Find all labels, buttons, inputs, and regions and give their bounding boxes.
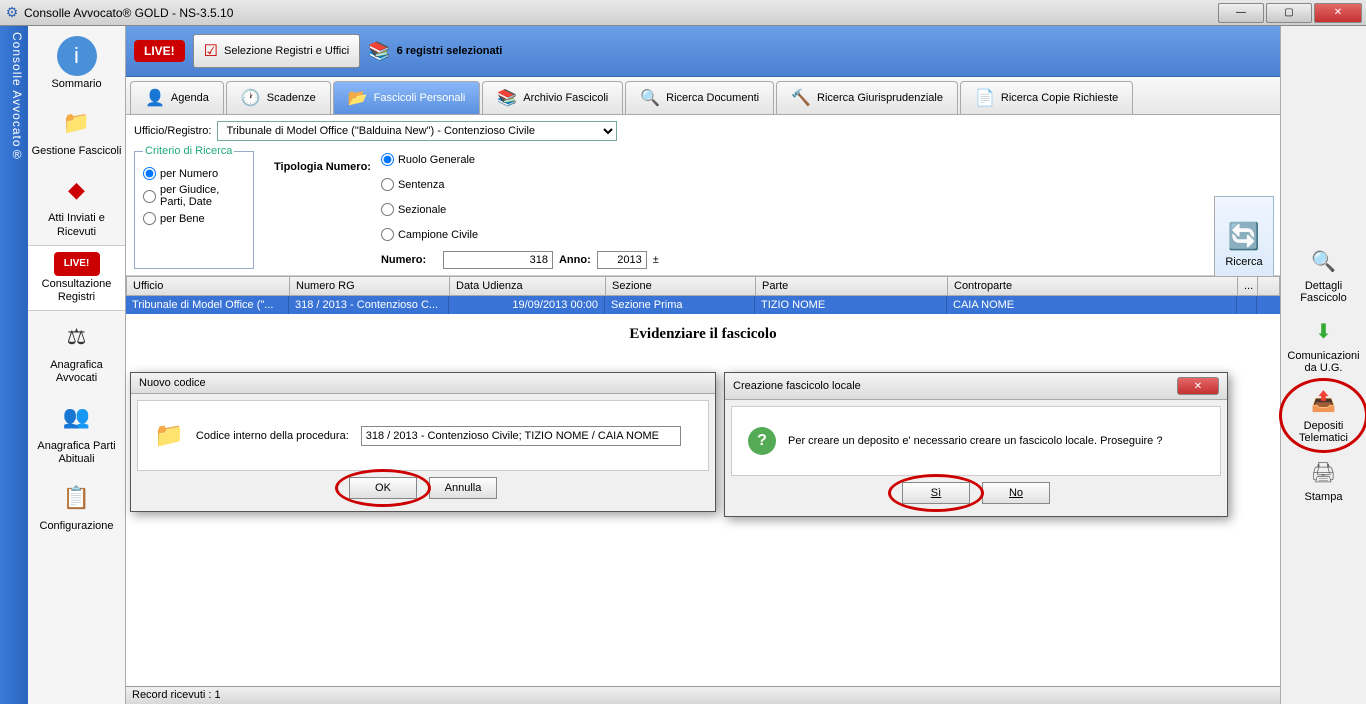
dialog-close-button[interactable]: ✕ (1177, 377, 1219, 395)
table-header: Ufficio Numero RG Data Udienza Sezione P… (126, 276, 1280, 296)
tab-scadenze[interactable]: 🕐Scadenze (226, 81, 331, 114)
doc-search-icon: 🔍 (640, 88, 660, 108)
refresh-icon: 🔄 (1228, 221, 1260, 252)
tab-fascicoli-personali[interactable]: 📂Fascicoli Personali (333, 81, 481, 114)
minimize-button[interactable]: — (1218, 3, 1264, 23)
nav-gestione-fascicoli[interactable]: 📁 Gestione Fascicoli (28, 97, 125, 164)
radio-per-giudice[interactable] (143, 190, 156, 203)
checklist-icon: ☑ (204, 41, 218, 61)
tab-archivio[interactable]: 📚Archivio Fascicoli (482, 81, 623, 114)
clock-icon: 🕐 (241, 88, 261, 108)
evidenziare-label: Evidenziare il fascicolo (126, 314, 1280, 355)
question-icon: ? (748, 427, 776, 455)
dialog-creazione-fascicolo: Creazione fascicolo locale ✕ ? Per crear… (724, 372, 1228, 517)
table-row[interactable]: Tribunale di Model Office ("... 318 / 20… (126, 296, 1280, 314)
people-icon: 👥 (57, 398, 97, 438)
nav-anagrafica-parti[interactable]: 👥 Anagrafica Parti Abituali (28, 392, 125, 472)
radio-campione[interactable] (381, 228, 394, 241)
depositi-telematici-button[interactable]: 📤 Depositi Telematici (1281, 380, 1366, 450)
ok-button[interactable]: OK (349, 477, 417, 499)
detail-icon: 🔍 (1308, 246, 1340, 278)
dialog-nuovo-codice: Nuovo codice 📁 Codice interno della proc… (130, 372, 716, 512)
no-button[interactable]: No (982, 482, 1050, 504)
ufficio-label: Ufficio/Registro: (134, 125, 211, 137)
live-icon: LIVE! (54, 252, 100, 276)
close-button[interactable]: ✕ (1314, 3, 1362, 23)
filter-area: Ufficio/Registro: Tribunale di Model Off… (126, 115, 1280, 276)
copies-icon: 📄 (975, 88, 995, 108)
radio-sentenza[interactable] (381, 178, 394, 191)
tab-ricerca-documenti[interactable]: 🔍Ricerca Documenti (625, 81, 774, 114)
codice-label: Codice interno della procedura: (196, 430, 349, 442)
info-icon: i (57, 36, 97, 76)
si-button[interactable]: Sì (902, 482, 970, 504)
status-bar: Record ricevuti : 1 (126, 686, 1280, 704)
folder-star-icon: 📁 (154, 421, 184, 450)
nav-configurazione[interactable]: 📋 Configurazione (28, 472, 125, 539)
deposit-icon: 📤 (1308, 386, 1340, 418)
registri-info: 📚 6 registri selezionati (368, 41, 502, 62)
nav-anagrafica-avvocati[interactable]: ⚖ Anagrafica Avvocati (28, 311, 125, 391)
radio-per-numero[interactable] (143, 167, 156, 180)
anno-label: Anno: (559, 254, 591, 266)
tab-ricerca-giurisprudenziale[interactable]: 🔨Ricerca Giurisprudenziale (776, 81, 958, 114)
nav-consultazione[interactable]: LIVE! Consultazione Registri (28, 245, 125, 311)
nav-sommario[interactable]: i Sommario (28, 30, 125, 97)
folder-icon: 📂 (348, 88, 368, 108)
radio-sezionale[interactable] (381, 203, 394, 216)
maximize-button[interactable]: ▢ (1266, 3, 1312, 23)
left-nav: i Sommario 📁 Gestione Fascicoli ◆ Atti I… (28, 26, 126, 704)
app-icon: ⚙ (4, 5, 20, 21)
left-rail: Consolle Avvocato® (0, 26, 28, 704)
tab-ricerca-copie[interactable]: 📄Ricerca Copie Richieste (960, 81, 1133, 114)
numero-label: Numero: (381, 254, 437, 266)
calendar-icon: 👤 (145, 88, 165, 108)
codice-input[interactable] (361, 426, 681, 446)
annulla-button[interactable]: Annulla (429, 477, 497, 499)
dialog-message: Per creare un deposito e' necessario cre… (788, 435, 1162, 447)
comunicazioni-button[interactable]: ⬇ Comunicazioni da U.G. (1281, 310, 1366, 380)
numero-input[interactable] (443, 251, 553, 269)
stampa-button[interactable]: 🖨 Stampa (1303, 451, 1345, 509)
archive-icon: 📚 (497, 88, 517, 108)
download-icon: ⬇ (1308, 316, 1340, 348)
titlebar: ⚙ Consolle Avvocato® GOLD - NS-3.5.10 — … (0, 0, 1366, 26)
judge-icon: ⚖ (57, 317, 97, 357)
top-toolbar: LIVE! ☑ Selezione Registri e Uffici 📚 6 … (126, 26, 1280, 77)
criterio-ricerca: Criterio di Ricerca per Numero per Giudi… (134, 145, 254, 269)
selezione-registri-button[interactable]: ☑ Selezione Registri e Uffici (193, 34, 360, 68)
folder-search-icon: 📁 (57, 103, 97, 143)
shapes-icon: ◆ (57, 170, 97, 210)
radio-ruolo[interactable] (381, 153, 394, 166)
ufficio-select[interactable]: Tribunale di Model Office ("Balduina New… (217, 121, 617, 141)
clipboard-icon: 📋 (57, 478, 97, 518)
right-panel: 🔍 Dettagli Fascicolo ⬇ Comunicazioni da … (1280, 26, 1366, 704)
window-title: Consolle Avvocato® GOLD - NS-3.5.10 (24, 6, 1218, 20)
gavel-icon: 🔨 (791, 88, 811, 108)
printer-icon: 🖨 (1307, 457, 1339, 489)
anno-stepper-icon[interactable]: ± (653, 254, 659, 266)
live-badge: LIVE! (134, 40, 185, 62)
radio-per-bene[interactable] (143, 212, 156, 225)
nav-atti[interactable]: ◆ Atti Inviati e Ricevuti (28, 164, 125, 244)
tipologia-label: Tipologia Numero: (274, 145, 371, 269)
dettagli-fascicolo-button[interactable]: 🔍 Dettagli Fascicolo (1281, 240, 1366, 310)
books-icon: 📚 (368, 41, 390, 62)
tab-agenda[interactable]: 👤Agenda (130, 81, 224, 114)
tabs: 👤Agenda 🕐Scadenze 📂Fascicoli Personali 📚… (126, 77, 1280, 115)
anno-input[interactable] (597, 251, 647, 269)
